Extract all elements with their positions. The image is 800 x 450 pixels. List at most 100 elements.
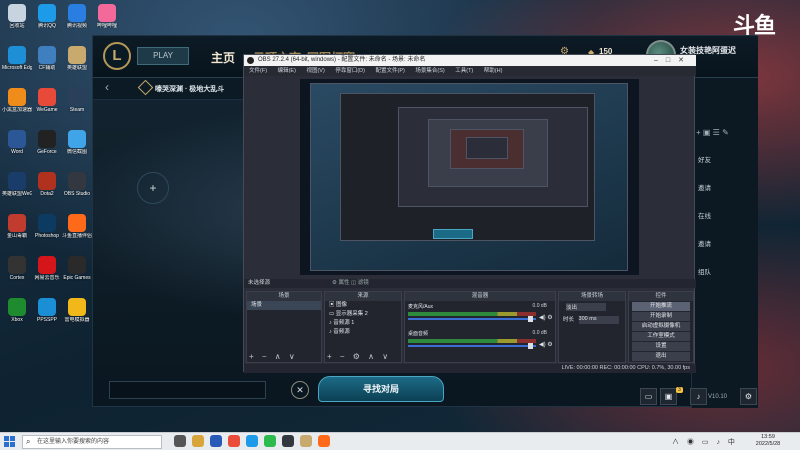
app-icon — [38, 46, 56, 64]
desktop-icon[interactable]: Dota2 — [32, 170, 62, 210]
virtual-camera-button[interactable]: 启动虚拟摄像机 — [632, 322, 690, 331]
studio-mode-button[interactable]: 工作室模式 — [632, 332, 690, 341]
menu-tools[interactable]: 工具(T) — [455, 68, 473, 74]
task-view-icon[interactable] — [174, 435, 186, 447]
settings-icon[interactable]: ⚙ — [740, 388, 757, 405]
wechat-icon[interactable] — [264, 435, 276, 447]
desktop-icon[interactable]: 网易云音乐 — [32, 254, 62, 294]
desktop-icon[interactable]: Word — [2, 128, 32, 168]
speaker-icon[interactable]: ◀) ⚙ — [539, 314, 553, 321]
desktop-icon[interactable]: 金山毒霸 — [2, 212, 32, 252]
desktop-icon[interactable]: Microsoft Edge — [2, 44, 32, 84]
settings-button[interactable]: 设置 — [632, 342, 690, 351]
sources-dock-footer[interactable]: + − ⚙ ∧ ∨ — [327, 352, 391, 361]
play-button[interactable]: PLAY — [137, 47, 189, 65]
desktop-icon[interactable]: GeForce — [32, 128, 62, 168]
system-tray[interactable]: ∧ ◉ ▭ ♪ 中 — [672, 437, 738, 447]
menu-docks[interactable]: 停靠窗口(D) — [335, 68, 365, 74]
gift-icon[interactable]: ▣ — [660, 388, 677, 405]
league-icon[interactable] — [300, 435, 312, 447]
start-button[interactable] — [4, 436, 16, 448]
fader-handle[interactable] — [528, 316, 533, 322]
source-tools[interactable]: ⚙ 属性 ◫ 滤镜 — [332, 279, 369, 288]
desktop-icon[interactable]: Cortex — [2, 254, 32, 294]
add-player-button[interactable]: + — [137, 172, 169, 204]
qq-icon[interactable] — [246, 435, 258, 447]
duration-input[interactable]: 300 ms — [578, 315, 619, 324]
mic-icon[interactable]: ♪ — [690, 388, 707, 405]
transition-duration-row: 时长 300 ms — [559, 313, 625, 326]
obs-preview-canvas[interactable] — [300, 79, 639, 275]
desktop-icon-label: 回收站 — [9, 23, 25, 29]
douyu-icon[interactable] — [318, 435, 330, 447]
desktop-icon[interactable]: OBS Studio — [62, 170, 92, 210]
exit-button[interactable]: 退出 — [632, 352, 690, 361]
friend-item[interactable]: 组队 — [698, 266, 711, 276]
menu-file[interactable]: 文件(F) — [249, 68, 267, 74]
volume-fader[interactable] — [408, 318, 536, 320]
app-icon — [68, 4, 86, 22]
desktop-icon[interactable]: Xbox — [2, 296, 32, 336]
source-item[interactable]: ♪ 音频源 1 — [325, 319, 401, 328]
start-recording-button[interactable]: 开始录制 — [632, 312, 690, 321]
obs-icon[interactable] — [282, 435, 294, 447]
desktop-icon[interactable]: 回收站 — [2, 2, 32, 42]
desktop-icon-label: Steam — [69, 107, 85, 113]
desktop-icon[interactable]: 微信截图 — [62, 128, 92, 168]
desktop-icon[interactable]: 腾讯QQ — [32, 2, 62, 42]
find-match-button[interactable]: 寻找对局 — [318, 376, 444, 402]
transition-value: 淡出 — [566, 305, 578, 311]
source-item[interactable]: ♪ 音频源 — [325, 328, 401, 337]
desktop-icon[interactable]: 英雄联盟WeGame — [2, 170, 32, 210]
scene-item[interactable]: 场景 — [247, 301, 321, 310]
transition-select[interactable]: 淡出 — [566, 303, 606, 311]
lol-logo-icon[interactable]: L — [103, 42, 131, 70]
desktop-icon[interactable]: 雷电模拟器 — [62, 296, 92, 336]
desktop-icon-label: 英雄联盟 — [66, 65, 87, 71]
chat-icon[interactable]: ▭ — [640, 388, 657, 405]
window-controls[interactable]: –□✕ — [654, 55, 692, 66]
friend-item[interactable]: 好友 — [698, 154, 711, 164]
desktop-icon-label: WeGame — [36, 107, 58, 113]
desktop-icon[interactable]: PPSSPP — [32, 296, 62, 336]
menu-view[interactable]: 视图(V) — [306, 68, 324, 74]
desktop-icon[interactable]: CF辅助 — [32, 44, 62, 84]
desktop-icon[interactable]: Steam — [62, 86, 92, 126]
scenes-dock-footer[interactable]: + − ∧ ∨ — [249, 352, 298, 361]
audio-mixer-dock: 混音器 麦克风/Aux 0.0 dB ◀) ⚙ 桌面音频 0.0 dB ◀) ⚙ — [404, 291, 556, 363]
menu-edit[interactable]: 编辑(E) — [278, 68, 296, 74]
friends-panel: + ▣ ☰ ✎ 好友 邀请 在线 邀请 组队 — [691, 78, 758, 408]
source-item[interactable]: ▣ 图像 — [325, 301, 401, 310]
start-streaming-button[interactable]: 开始推流 — [632, 302, 690, 311]
close-lobby-button[interactable]: ✕ — [291, 381, 309, 399]
chrome-icon[interactable] — [228, 435, 240, 447]
desktop-icon-label: 雷电模拟器 — [64, 317, 90, 323]
fader-handle[interactable] — [528, 343, 533, 349]
nav-home[interactable]: 主页 — [211, 49, 235, 66]
volume-fader[interactable] — [408, 345, 536, 347]
desktop-icon[interactable]: Epic Games — [62, 254, 92, 294]
app-icon — [98, 4, 116, 22]
desktop-icon[interactable]: 腾讯视频 — [62, 2, 92, 42]
taskbar-search-box[interactable]: ⌕ 在这里输入你要搜索的内容 — [22, 435, 162, 449]
mail-icon[interactable] — [210, 435, 222, 447]
chat-input[interactable] — [109, 381, 266, 399]
desktop-icon[interactable]: Photoshop — [32, 212, 62, 252]
desktop-icon[interactable]: WeGame — [32, 86, 62, 126]
desktop-icon[interactable]: 斗鱼直播伴侣 — [62, 212, 92, 252]
desktop-icon[interactable]: 英雄联盟 — [62, 44, 92, 84]
friend-item[interactable]: 邀请 — [698, 182, 711, 192]
file-explorer-icon[interactable] — [192, 435, 204, 447]
app-icon — [8, 88, 26, 106]
menu-help[interactable]: 帮助(H) — [484, 68, 503, 74]
menu-profile[interactable]: 配置文件(P) — [375, 68, 404, 74]
desktop-icon[interactable]: 小黑盒加速器 — [2, 86, 32, 126]
friend-item[interactable]: 在线 — [698, 210, 711, 220]
source-item[interactable]: ▭ 显示器采集 2 — [325, 310, 401, 319]
friend-item[interactable]: 邀请 — [698, 238, 711, 248]
speaker-icon[interactable]: ◀) ⚙ — [539, 341, 553, 348]
menu-scene-collection[interactable]: 场景集合(S) — [415, 68, 444, 74]
desktop-icon-label: 腾讯QQ — [38, 23, 56, 29]
clock[interactable]: 13:59 2022/5/28 — [752, 434, 784, 448]
back-icon[interactable]: ‹ — [105, 80, 109, 94]
